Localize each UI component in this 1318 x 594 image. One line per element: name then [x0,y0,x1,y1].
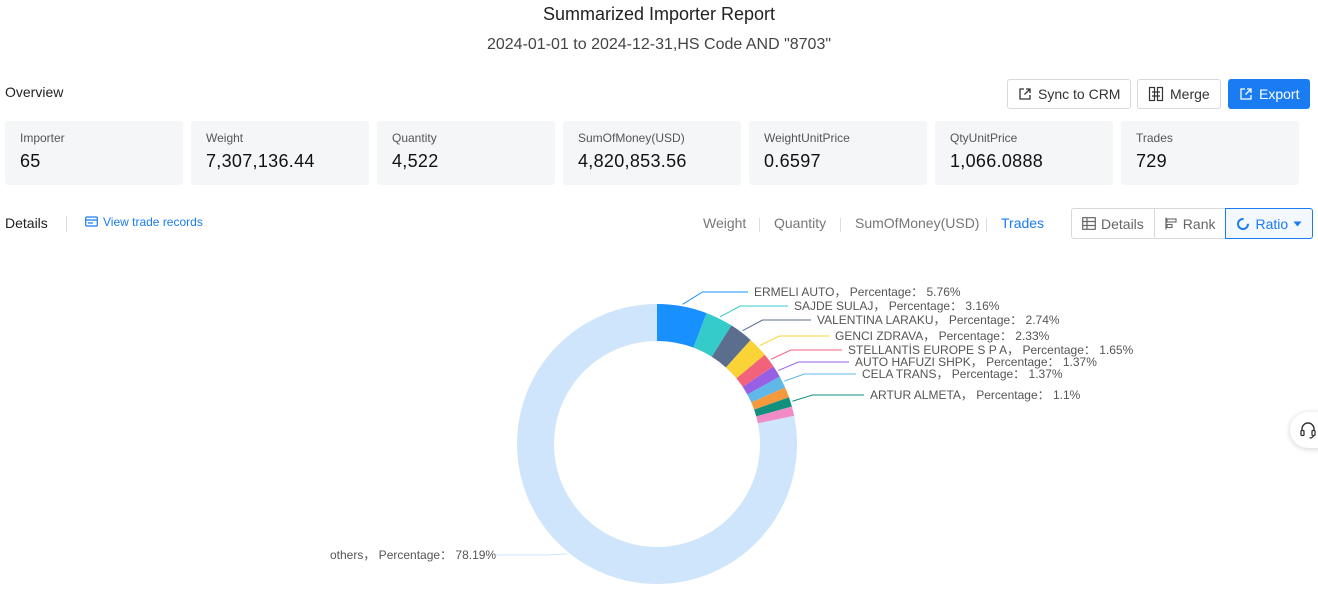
label-leader-line [770,349,842,360]
slice-label: CELA TRANS， Percentage： 1.37% [862,367,1063,381]
label-leader-line [784,373,856,382]
slice-label: VALENTINA LARAKU， Percentage： 2.74% [817,313,1060,327]
headset-icon [1300,422,1316,439]
label-leader-line [719,305,788,318]
label-leader-line [778,361,849,371]
slice-label: GENCI ZDRAVA， Percentage： 2.33% [835,329,1050,343]
label-leader-line [682,291,748,305]
label-leader-line [759,335,829,347]
importer-ratio-donut-chart: ERMELI AUTO， Percentage： 5.76%SAJDE SULA… [330,285,1134,584]
slice-label: others， Percentage： 78.19% [330,548,496,562]
customer-support-button[interactable] [1290,412,1318,448]
label-leader-line [496,553,568,556]
slice-label: ERMELI AUTO， Percentage： 5.76% [754,285,961,299]
slice-label: SAJDE SULAJ， Percentage： 3.16% [794,299,1000,313]
slice-label: ARTUR ALMETA， Percentage： 1.1% [870,388,1081,402]
label-leader-line [742,319,811,332]
label-leader-line [792,394,864,402]
